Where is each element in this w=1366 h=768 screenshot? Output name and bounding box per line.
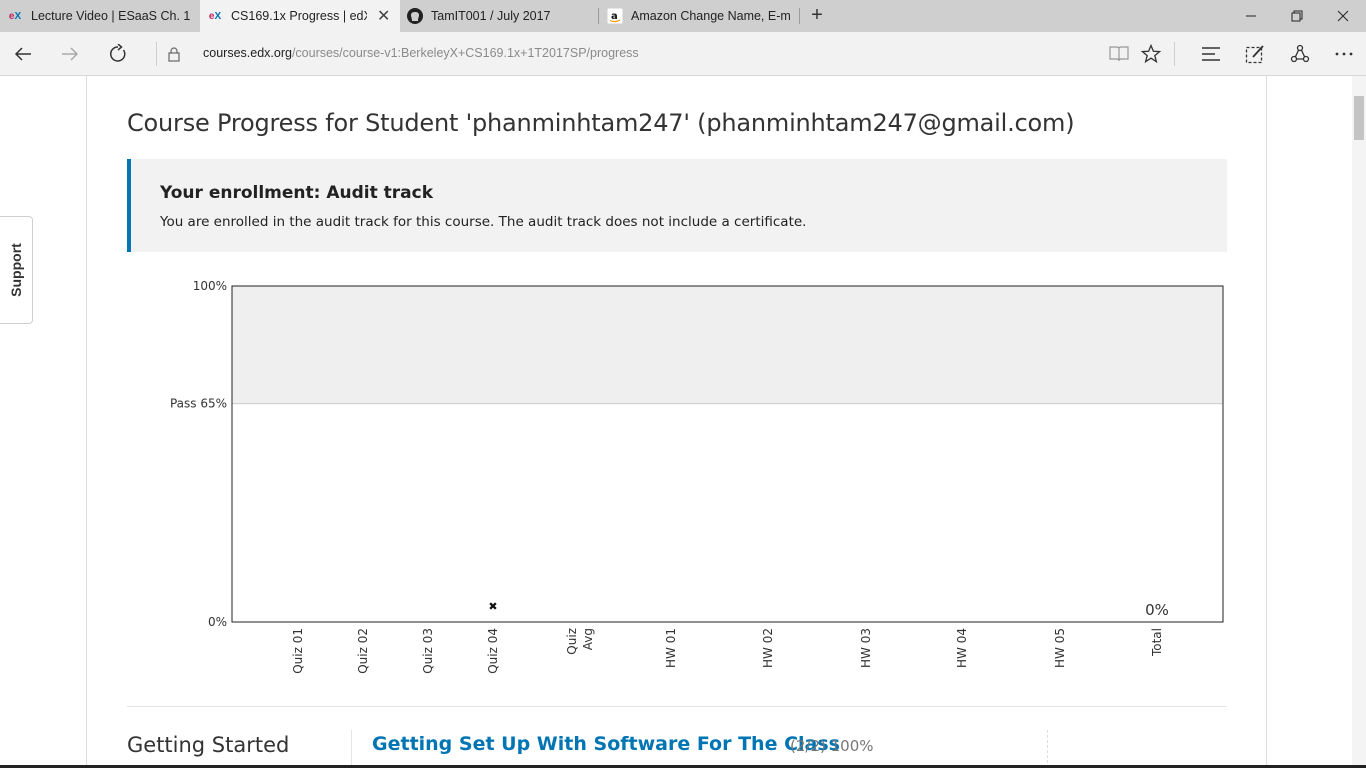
amazon-icon: a [607, 8, 623, 24]
y-axis-labels: 100% Pass 65% 0% [170, 279, 227, 629]
page-title: Course Progress for Student 'phanminhtam… [127, 109, 1075, 137]
minimize-button[interactable] [1228, 0, 1274, 32]
browser-tab[interactable]: a Amazon Change Name, E-m [600, 0, 798, 32]
tab-title: Amazon Change Name, E-m [631, 9, 791, 23]
x-tick-label: Total [1150, 628, 1164, 657]
hub-icon[interactable] [1197, 40, 1225, 68]
dropped-score-marker: ✖ [488, 600, 497, 613]
passing-band [232, 286, 1223, 404]
enrollment-title: Your enrollment: Audit track [160, 183, 434, 203]
web-note-icon[interactable] [1241, 40, 1269, 68]
edx-icon: eX [208, 10, 222, 22]
tab-title: TamIT001 / July 2017 [431, 9, 551, 23]
browser-tab-active[interactable]: eX CS169.1x Progress | edX ✕ [200, 0, 400, 32]
browser-tab[interactable]: eX Lecture Video | ESaaS Ch. 1. [0, 0, 200, 32]
back-button[interactable] [9, 40, 37, 68]
x-tick-label: Quiz 01 [291, 628, 305, 674]
github-icon [407, 8, 423, 24]
x-tick-label: HW 03 [859, 628, 873, 668]
x-tick-label: HW 05 [1053, 628, 1067, 668]
column-divider [1047, 730, 1049, 768]
forward-button[interactable] [56, 40, 84, 68]
svg-text:a: a [611, 11, 618, 22]
section-divider [127, 706, 1227, 707]
browser-tab[interactable]: TamIT001 / July 2017 [400, 0, 598, 32]
url-path: /courses/course-v1:BerkeleyX+CS169.1x+1T… [291, 46, 639, 60]
column-divider [351, 730, 352, 768]
address-bar: courses.edx.org/courses/course-v1:Berkel… [0, 32, 1366, 76]
x-tick-label: Quiz 03 [421, 628, 435, 674]
browser-tab-strip: eX Lecture Video | ESaaS Ch. 1. eX CS169… [0, 0, 1366, 32]
x-tick-label: HW 04 [955, 628, 969, 668]
edx-icon: eX [8, 10, 22, 22]
support-label: Support [8, 243, 24, 297]
close-window-button[interactable] [1320, 0, 1366, 32]
section-score: (2/2) 100% [790, 737, 874, 755]
share-icon[interactable] [1286, 40, 1314, 68]
tab-title: CS169.1x Progress | edX [231, 9, 367, 23]
x-tick-label: Quiz 02 [356, 628, 370, 674]
section-link[interactable]: Getting Set Up With Software For The Cla… [372, 733, 840, 755]
x-tick-label: Avg [581, 628, 595, 650]
url-host: courses.edx.org [203, 46, 292, 60]
url-field[interactable]: courses.edx.org/courses/course-v1:Berkel… [203, 46, 639, 60]
x-tick-label: HW 02 [761, 628, 775, 668]
more-icon[interactable] [1330, 40, 1358, 68]
x-axis-labels: Quiz 01 Quiz 02 Quiz 03 Quiz 04 Quiz Avg HW 01… [291, 628, 1164, 674]
y-tick-label: 0% [208, 615, 227, 629]
favorite-star-icon[interactable] [1137, 40, 1165, 68]
refresh-button[interactable] [104, 40, 132, 68]
tab-title: Lecture Video | ESaaS Ch. 1. [31, 9, 191, 23]
scrollbar[interactable] [1352, 76, 1366, 768]
x-tick-label: HW 01 [664, 628, 678, 668]
total-percent-label: 0% [1145, 601, 1169, 619]
scrollbar-thumb[interactable] [1354, 96, 1364, 140]
enrollment-message: You are enrolled in the audit track for … [160, 214, 807, 230]
close-tab-icon[interactable]: ✕ [377, 6, 390, 26]
grade-chart: 100%Pass 65%0% Quiz 01 Quiz 02 Quiz 03 Quiz… [170, 279, 1224, 674]
lock-icon[interactable] [160, 40, 188, 68]
x-tick-label: Quiz [565, 628, 579, 655]
page-viewport: Support Course Progress for Student 'pha… [0, 76, 1366, 768]
y-tick-label: 100% [193, 279, 227, 293]
restore-button[interactable] [1274, 0, 1320, 32]
reading-view-icon[interactable] [1105, 40, 1133, 68]
new-tab-button[interactable]: + [806, 4, 828, 26]
enrollment-banner: Your enrollment: Audit track You are enr… [127, 159, 1227, 252]
chapter-name: Getting Started [127, 733, 290, 757]
y-tick-label: Pass 65% [170, 397, 227, 411]
support-tab[interactable]: Support [0, 216, 33, 324]
x-tick-label: Quiz 04 [486, 628, 500, 674]
